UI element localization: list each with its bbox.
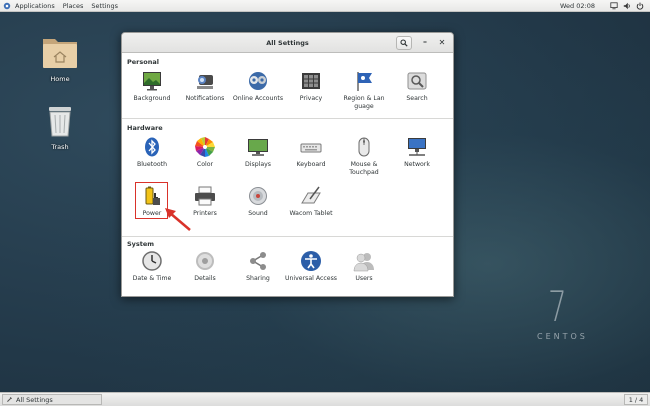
settings-item-label: Sharing [246, 275, 270, 282]
region-language-icon [353, 70, 375, 92]
users-icon [353, 250, 375, 272]
sound-icon [247, 185, 269, 207]
power-menu-icon [636, 2, 644, 10]
settings-item-label: Region & Lan guage [343, 95, 385, 110]
section-divider [122, 118, 453, 119]
settings-item-label: Universal Access [284, 275, 338, 282]
settings-item-color[interactable]: Color [177, 136, 233, 169]
settings-item-label: Details [194, 275, 216, 282]
settings-item-sound[interactable]: Sound [230, 185, 286, 218]
settings-item-privacy[interactable]: Privacy [283, 70, 339, 103]
settings-item-label: Online Accounts [232, 95, 284, 102]
settings-item-users[interactable]: Users [336, 250, 392, 283]
settings-item-label: Background [133, 95, 171, 102]
settings-item-online-accounts[interactable]: Online Accounts [230, 70, 286, 103]
settings-item-label: Color [196, 161, 214, 168]
taskbar-window-label: All Settings [16, 395, 53, 404]
taskbar-window-all-settings[interactable]: All Settings [2, 394, 102, 405]
online-accounts-icon [247, 70, 269, 92]
volume-icon [623, 2, 630, 10]
displays-icon [247, 136, 269, 158]
settings-item-label: Notifications [185, 95, 225, 102]
settings-item-notifications[interactable]: Notifications [177, 70, 233, 103]
bluetooth-icon [141, 136, 163, 158]
desktop-home[interactable]: Home [35, 34, 85, 83]
settings-item-wacom-tablet[interactable]: Wacom Tablet [283, 185, 339, 218]
minimize-button[interactable]: – [419, 37, 431, 49]
applications-icon [3, 2, 11, 9]
section-system-title: System [127, 240, 155, 248]
top-menu: Applications Places Settings [0, 0, 122, 12]
background-icon [141, 70, 163, 92]
details-icon [194, 250, 216, 272]
search-icon [406, 70, 428, 92]
settings-app-icon [7, 397, 12, 402]
section-personal-title: Personal [127, 58, 159, 66]
close-button[interactable]: ✕ [436, 37, 448, 49]
network-status-icon [610, 2, 618, 10]
printer-icon [194, 185, 216, 207]
sharing-icon [247, 250, 269, 272]
settings-item-label: Date & Time [132, 275, 172, 282]
trash-icon [49, 107, 71, 137]
centos-logo-number: 7 [548, 282, 567, 331]
desktop-home-label: Home [50, 75, 70, 83]
settings-item-label: Keyboard [296, 161, 326, 168]
settings-item-search[interactable]: Search [389, 70, 445, 103]
keyboard-icon [300, 136, 322, 158]
privacy-icon [300, 70, 322, 92]
bottom-taskbar: All Settings 1 / 4 [0, 392, 650, 406]
clock[interactable]: Wed 02:08 [560, 0, 595, 12]
applications-menu[interactable]: Applications [11, 0, 59, 12]
section-hardware-title: Hardware [127, 124, 163, 132]
home-folder-icon [43, 39, 77, 68]
settings-item-universal-access[interactable]: Universal Access [283, 250, 339, 283]
magnifier-icon [400, 39, 408, 47]
mouse-icon [353, 136, 375, 158]
settings-item-date-time[interactable]: Date & Time [124, 250, 180, 283]
settings-item-bluetooth[interactable]: Bluetooth [124, 136, 180, 169]
clock-icon [141, 250, 163, 272]
workspace-switcher[interactable]: 1 / 4 [624, 394, 648, 405]
settings-item-mouse-touchpad[interactable]: Mouse & Touchpad [336, 136, 392, 177]
settings-item-label: Wacom Tablet [289, 210, 333, 217]
settings-item-label: Privacy [299, 95, 323, 102]
color-icon [194, 136, 216, 158]
settings-item-label: Network [404, 161, 430, 168]
settings-item-label: Users [355, 275, 373, 282]
settings-item-network[interactable]: Network [389, 136, 445, 169]
settings-item-keyboard[interactable]: Keyboard [283, 136, 339, 169]
annotation-arrow [165, 208, 191, 231]
search-button[interactable] [396, 36, 412, 50]
settings-item-displays[interactable]: Displays [230, 136, 286, 169]
wacom-tablet-icon [300, 185, 322, 207]
top-panel: Applications Places Settings Wed 02:08 [0, 0, 650, 12]
desktop-trash[interactable]: Trash [35, 104, 85, 151]
system-tray[interactable] [610, 1, 644, 11]
settings-item-background[interactable]: Background [124, 70, 180, 103]
notifications-icon [194, 70, 216, 92]
settings-item-label: Sound [248, 210, 268, 217]
settings-item-label: Displays [244, 161, 272, 168]
settings-item-region-language[interactable]: Region & Lan guage [336, 70, 392, 111]
settings-item-sharing[interactable]: Sharing [230, 250, 286, 283]
settings-window: All Settings – ✕ Personal Background Not… [121, 32, 454, 297]
desktop-trash-label: Trash [51, 143, 69, 151]
settings-item-details[interactable]: Details [177, 250, 233, 283]
places-menu[interactable]: Places [59, 0, 88, 12]
section-divider [122, 236, 453, 237]
window-titlebar[interactable]: All Settings – ✕ [122, 33, 453, 53]
centos-logo-text: CENTOS [537, 332, 588, 341]
universal-access-icon [300, 250, 322, 272]
settings-item-label: Search [406, 95, 428, 102]
network-icon [406, 136, 428, 158]
settings-item-label: Bluetooth [136, 161, 168, 168]
settings-menu[interactable]: Settings [87, 0, 122, 12]
settings-item-label: Mouse & Touchpad [349, 161, 379, 176]
